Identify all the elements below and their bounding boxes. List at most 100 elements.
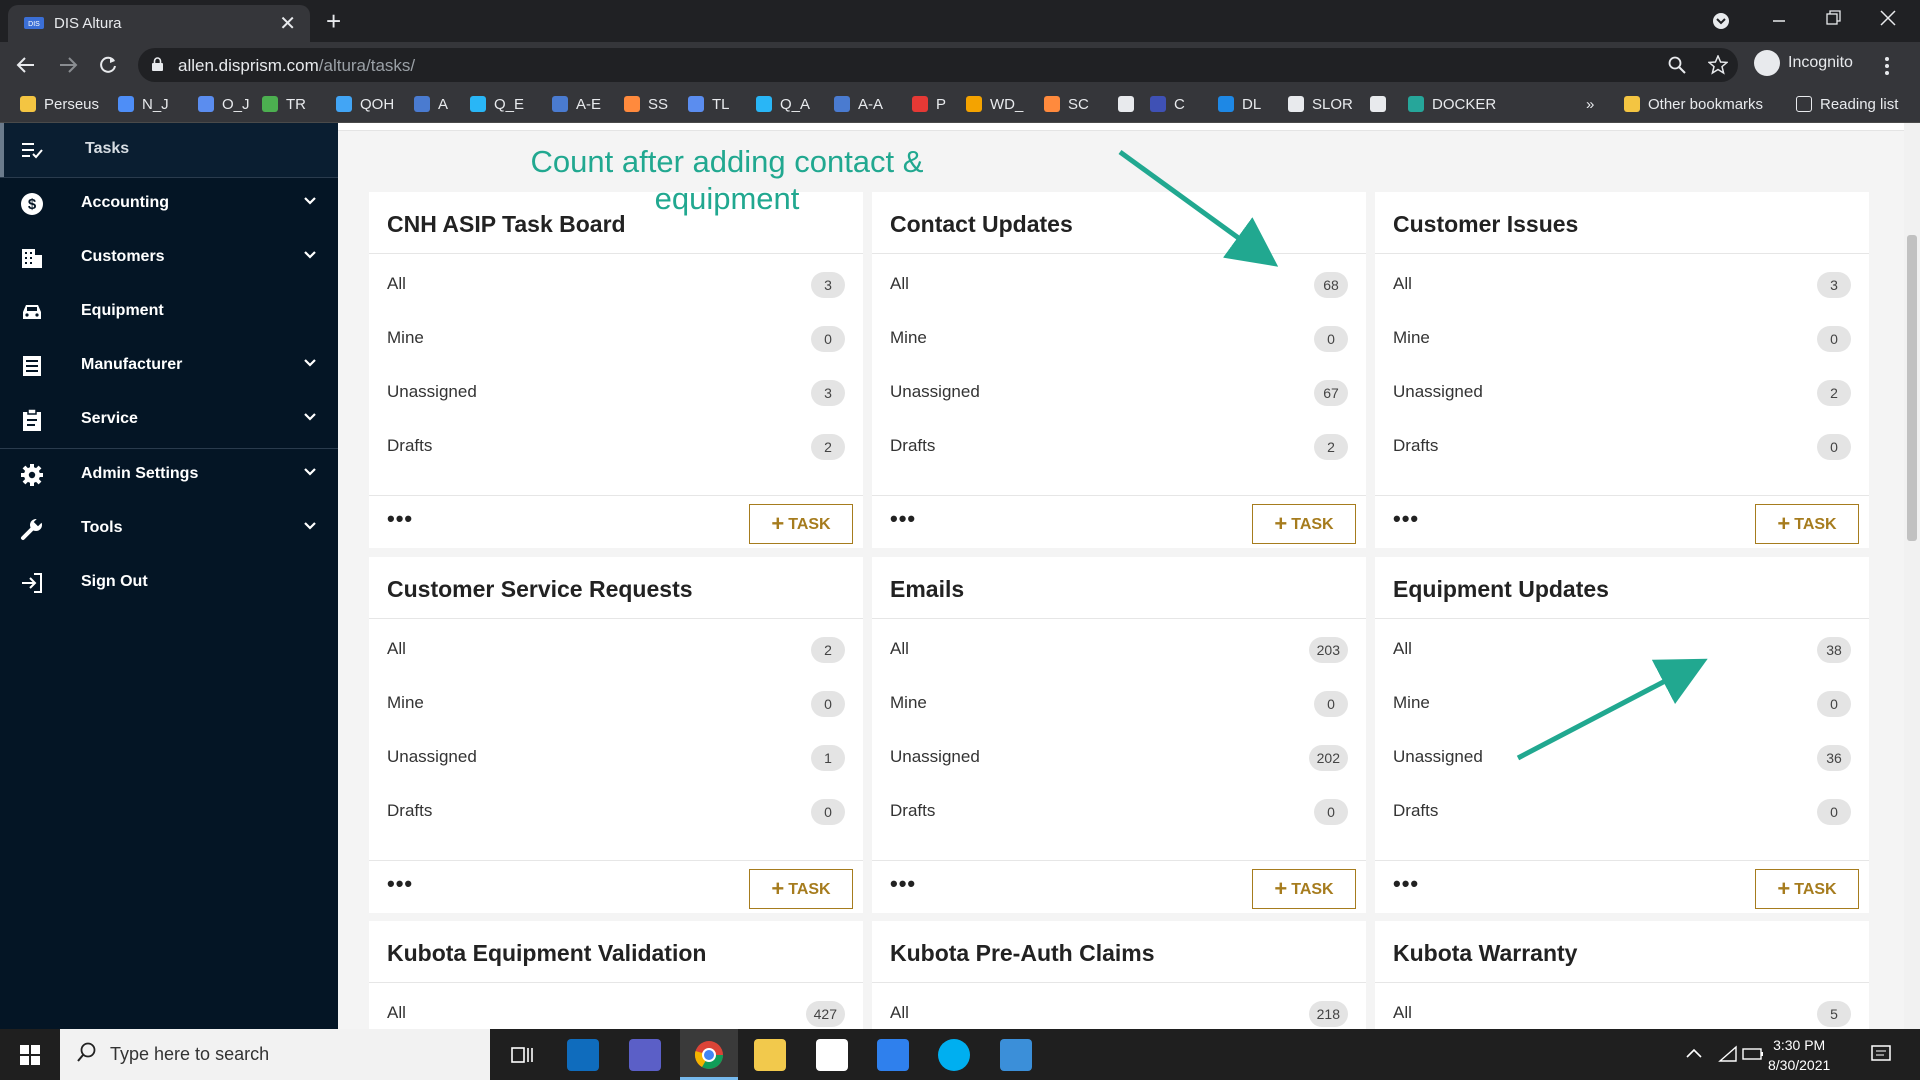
bookmark-item[interactable]: Perseus: [20, 96, 99, 113]
task-filter-row[interactable]: Mine 0: [872, 312, 1366, 366]
chevron-down-icon[interactable]: [304, 249, 316, 261]
sidebar-item-tasks[interactable]: Tasks: [0, 123, 338, 177]
bookmark-star-icon[interactable]: [1708, 55, 1728, 75]
bookmark-item[interactable]: Q_A: [756, 96, 810, 113]
sidebar-item-admin-settings[interactable]: Admin Settings: [0, 448, 338, 502]
tab-search-icon[interactable]: [1712, 12, 1730, 30]
task-filter-row[interactable]: All 2: [369, 623, 863, 677]
browser-tab[interactable]: DIS DIS Altura ✕: [8, 5, 310, 42]
sidebar-item-customers[interactable]: Customers: [0, 231, 338, 285]
reading-list[interactable]: Reading list: [1796, 96, 1898, 113]
bookmark-item[interactable]: SLOR: [1288, 96, 1353, 113]
task-filter-row[interactable]: All 203: [872, 623, 1366, 677]
file-explorer-icon[interactable]: [754, 1039, 786, 1071]
tray-expand-icon[interactable]: [1686, 1047, 1702, 1059]
task-filter-row[interactable]: Unassigned 2: [1375, 366, 1869, 420]
page-scrollbar[interactable]: [1904, 123, 1920, 1029]
bookmark-item[interactable]: DOCKER: [1408, 96, 1496, 113]
task-filter-row[interactable]: Drafts 2: [369, 420, 863, 474]
more-options-icon[interactable]: •••: [1393, 871, 1419, 897]
tab-close-icon[interactable]: ✕: [279, 11, 296, 36]
bookmark-item[interactable]: O_J: [198, 96, 250, 113]
chevron-down-icon[interactable]: [304, 411, 316, 423]
chrome-icon[interactable]: [693, 1039, 725, 1071]
task-filter-row[interactable]: Mine 0: [369, 312, 863, 366]
add-task-button[interactable]: + TASK: [749, 869, 853, 909]
chevron-down-icon[interactable]: [304, 357, 316, 369]
task-filter-row[interactable]: All 68: [872, 258, 1366, 312]
sidebar-item-service[interactable]: Service: [0, 393, 338, 447]
bookmark-item[interactable]: QOH: [336, 96, 394, 113]
chevron-down-icon[interactable]: [304, 195, 316, 207]
card-title[interactable]: Equipment Updates: [1393, 576, 1609, 603]
new-tab-button[interactable]: +: [326, 6, 341, 37]
bookmark-item[interactable]: [1370, 96, 1394, 113]
card-title[interactable]: Kubota Warranty: [1393, 940, 1577, 967]
other-bookmarks[interactable]: Other bookmarks: [1624, 96, 1763, 113]
task-filter-row[interactable]: All 427: [369, 987, 863, 1029]
sidebar-item-accounting[interactable]: $ Accounting: [0, 177, 338, 231]
address-bar[interactable]: allen.disprism.com/altura/tasks/: [138, 48, 1738, 82]
sidebar-item-tools[interactable]: Tools: [0, 502, 338, 556]
more-options-icon[interactable]: •••: [890, 506, 916, 532]
close-window-icon[interactable]: [1880, 10, 1896, 26]
task-filter-row[interactable]: Drafts 0: [369, 785, 863, 839]
photos-icon[interactable]: [1000, 1039, 1032, 1071]
add-task-button[interactable]: + TASK: [1755, 504, 1859, 544]
task-filter-row[interactable]: All 3: [369, 258, 863, 312]
url-text[interactable]: allen.disprism.com/altura/tasks/: [178, 56, 415, 76]
task-filter-row[interactable]: All 5: [1375, 987, 1869, 1029]
bookmark-item[interactable]: C: [1150, 96, 1185, 113]
task-filter-row[interactable]: Unassigned 202: [872, 731, 1366, 785]
bookmark-item[interactable]: N_J: [118, 96, 169, 113]
sidebar-item-equipment[interactable]: Equipment: [0, 285, 338, 339]
sidebar-item-manufacturer[interactable]: Manufacturer: [0, 339, 338, 393]
task-filter-row[interactable]: Drafts 0: [1375, 785, 1869, 839]
more-options-icon[interactable]: •••: [387, 506, 413, 532]
bookmark-item[interactable]: Q_E: [470, 96, 524, 113]
slack-icon[interactable]: [816, 1039, 848, 1071]
more-options-icon[interactable]: •••: [1393, 506, 1419, 532]
task-filter-row[interactable]: Unassigned 1: [369, 731, 863, 785]
task-filter-row[interactable]: Unassigned 67: [872, 366, 1366, 420]
sidebar-item-sign-out[interactable]: Sign Out: [0, 556, 338, 610]
task-filter-row[interactable]: Unassigned 36: [1375, 731, 1869, 785]
bookmark-item[interactable]: A-A: [834, 96, 883, 113]
minimize-icon[interactable]: [1772, 14, 1786, 28]
add-task-button[interactable]: + TASK: [1252, 869, 1356, 909]
bookmark-item[interactable]: TR: [262, 96, 306, 113]
task-filter-row[interactable]: Drafts 0: [872, 785, 1366, 839]
bookmark-item[interactable]: P: [912, 96, 946, 113]
task-filter-row[interactable]: All 3: [1375, 258, 1869, 312]
skype-icon[interactable]: [938, 1039, 970, 1071]
scrollbar-thumb[interactable]: [1907, 235, 1917, 541]
task-filter-row[interactable]: Mine 0: [1375, 312, 1869, 366]
forward-icon[interactable]: [58, 55, 78, 75]
bookmark-item[interactable]: A: [414, 96, 448, 113]
bookmark-item[interactable]: A-E: [552, 96, 601, 113]
chevron-down-icon[interactable]: [304, 466, 316, 478]
zoom-search-icon[interactable]: [1668, 56, 1686, 74]
outlook-icon[interactable]: [567, 1039, 599, 1071]
task-filter-row[interactable]: Mine 0: [872, 677, 1366, 731]
chevron-down-icon[interactable]: [304, 520, 316, 532]
card-title[interactable]: Kubota Equipment Validation: [387, 940, 706, 967]
add-task-button[interactable]: + TASK: [1252, 504, 1356, 544]
remote-desktop-icon[interactable]: [877, 1039, 909, 1071]
bookmark-item[interactable]: SS: [624, 96, 668, 113]
bookmark-item[interactable]: SC: [1044, 96, 1089, 113]
wifi-icon[interactable]: [1718, 1045, 1738, 1063]
notification-center-icon[interactable]: [1870, 1043, 1892, 1065]
windows-search-box[interactable]: Type here to search: [60, 1029, 490, 1080]
bookmark-item[interactable]: TL: [688, 96, 730, 113]
battery-icon[interactable]: [1742, 1047, 1764, 1061]
teams-icon[interactable]: [629, 1039, 661, 1071]
card-title[interactable]: Emails: [890, 576, 964, 603]
task-filter-row[interactable]: All 38: [1375, 623, 1869, 677]
bookmark-item[interactable]: [1118, 96, 1142, 113]
bookmark-item[interactable]: WD_: [966, 96, 1023, 113]
add-task-button[interactable]: + TASK: [749, 504, 853, 544]
card-title[interactable]: Customer Service Requests: [387, 576, 693, 603]
bookmarks-overflow-icon[interactable]: »: [1586, 96, 1594, 113]
task-filter-row[interactable]: Drafts 2: [872, 420, 1366, 474]
